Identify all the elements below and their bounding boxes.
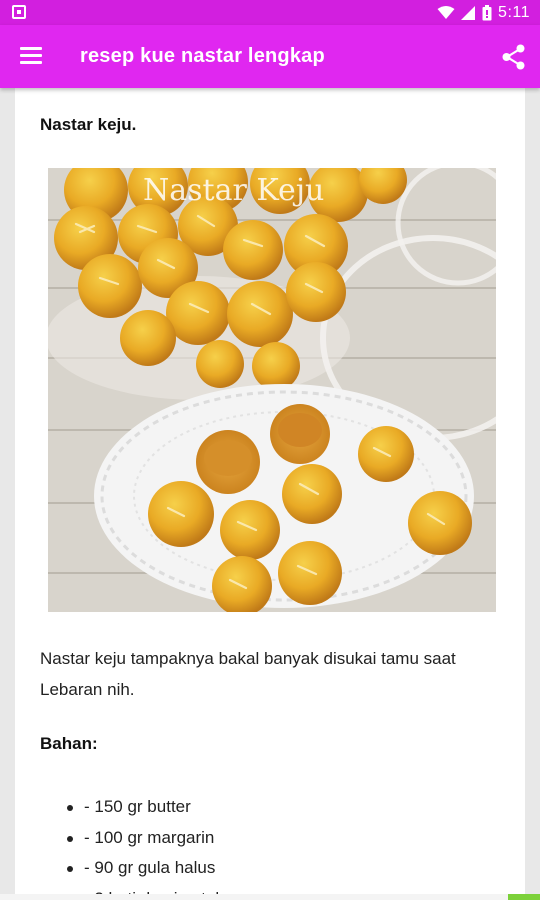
list-item: - 100 gr margarin <box>40 823 234 854</box>
status-time: 5:11 <box>498 3 530 21</box>
bottom-edge <box>0 894 540 900</box>
image-watermark: Nastar Keju <box>143 173 324 208</box>
app-title: resep kue nastar lengkap <box>80 45 325 67</box>
battery-icon <box>482 4 492 20</box>
signal-icon <box>461 5 476 20</box>
share-icon[interactable] <box>500 43 528 71</box>
article-card: Nastar keju. Nastar Keju Nastar keju tam… <box>15 88 525 900</box>
list-item: - 150 gr butter <box>40 792 234 823</box>
wifi-icon <box>437 5 455 19</box>
recipe-photo: Nastar Keju <box>48 168 496 612</box>
ingredients-list: - 150 gr butter - 100 gr margarin - 90 g… <box>40 792 234 900</box>
bottom-accent <box>508 894 540 900</box>
ingredients-heading: Bahan: <box>40 734 98 753</box>
status-indicators: 5:11 <box>437 0 530 25</box>
recipe-heading: Nastar keju. <box>40 115 137 134</box>
recipe-intro-text: Nastar keju tampaknya bakal banyak disuk… <box>40 649 456 699</box>
app-notification-icon <box>12 5 26 19</box>
hamburger-menu-icon[interactable] <box>20 47 42 65</box>
list-item: - 90 gr gula halus <box>40 853 234 884</box>
status-bar: 5:11 <box>0 0 540 25</box>
app-bar: resep kue nastar lengkap <box>0 25 540 88</box>
